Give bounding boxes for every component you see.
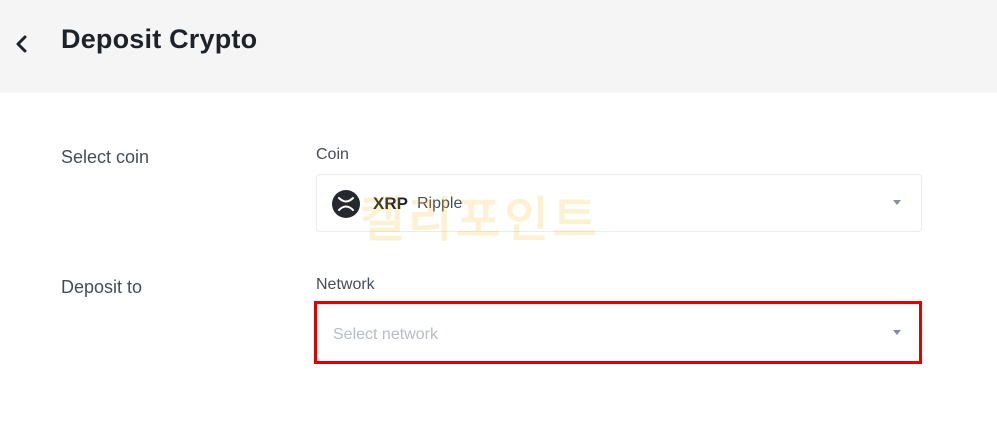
caret-down-icon [893,200,901,205]
caret-down-icon [893,330,901,335]
network-field-label: Network [316,276,375,293]
chevron-left-icon [16,35,27,53]
network-select[interactable]: Select network [316,304,922,362]
xrp-icon [332,190,360,218]
coin-select[interactable]: XRP Ripple [316,174,922,232]
page-header: Deposit Crypto [0,0,997,93]
page-title: Deposit Crypto [61,24,258,54]
coin-symbol: XRP [373,194,408,213]
select-coin-label: Select coin [61,147,150,167]
back-button[interactable] [8,28,36,60]
network-placeholder: Select network [333,326,438,343]
deposit-to-label: Deposit to [61,277,143,297]
coin-field-label: Coin [316,146,349,163]
coin-name: Ripple [417,195,463,212]
